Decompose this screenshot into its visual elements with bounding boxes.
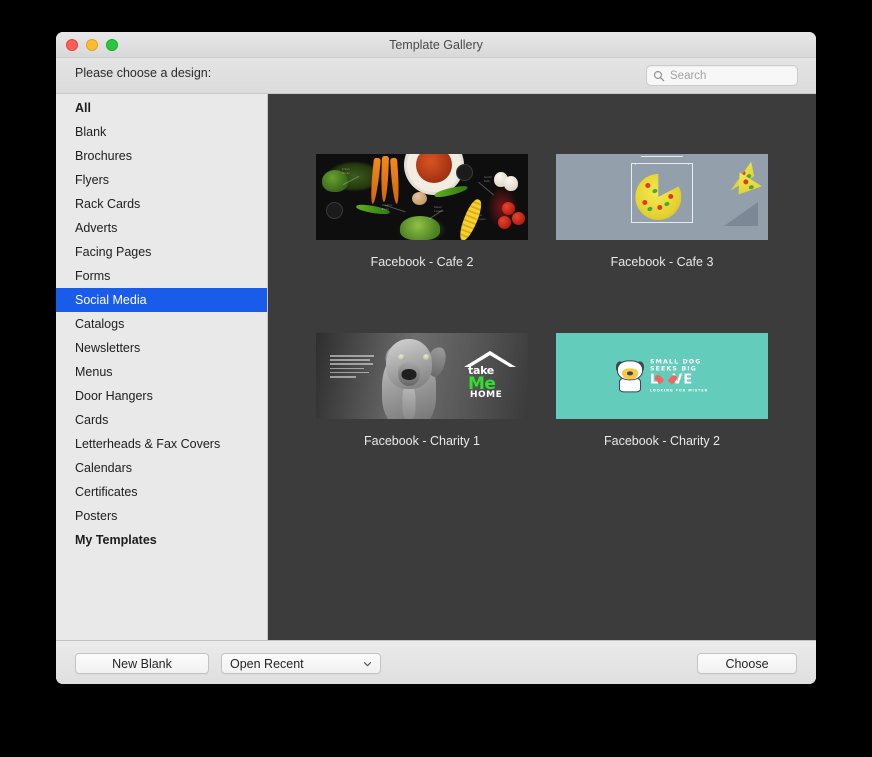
logo-line-2: SEEKS BIG (650, 366, 708, 373)
sidebar-item-all[interactable]: All (56, 96, 267, 120)
sidebar-item-cards[interactable]: Cards (56, 408, 267, 432)
sidebar-item-flyers[interactable]: Flyers (56, 168, 267, 192)
template-caption: Facebook - Charity 2 (604, 434, 720, 448)
sidebar-item-menus[interactable]: Menus (56, 360, 267, 384)
sidebar-item-certificates[interactable]: Certificates (56, 480, 267, 504)
logo-line-love: L VE (650, 374, 708, 387)
open-recent-label: Open Recent (230, 657, 304, 671)
sidebar-item-brochures[interactable]: Brochures (56, 144, 267, 168)
window-title: Template Gallery (56, 32, 816, 58)
template-card-charity-2[interactable]: SMALL DOG SEEKS BIG L VE LOOKING FOR MIS… (542, 333, 782, 448)
heart-icon (660, 375, 671, 385)
sidebar-item-letterheads-fax-covers[interactable]: Letterheads & Fax Covers (56, 432, 267, 456)
choose-button[interactable]: Choose (697, 653, 797, 674)
header-bar: Please choose a design: (56, 58, 816, 94)
window-body: All Blank Brochures Flyers Rack Cards Ad… (56, 94, 816, 640)
sidebar-item-facing-pages[interactable]: Facing Pages (56, 240, 267, 264)
sidebar-item-blank[interactable]: Blank (56, 120, 267, 144)
small-dog-artwork: SMALL DOG SEEKS BIG L VE LOOKING FOR MIS… (556, 333, 768, 419)
sidebar-item-forms[interactable]: Forms (56, 264, 267, 288)
template-thumbnail-cafe-2[interactable]: FreshGreen OrganicBasil SaladLeaves Garl… (316, 154, 528, 240)
template-thumbnail-charity-2[interactable]: SMALL DOG SEEKS BIG L VE LOOKING FOR MIS… (556, 333, 768, 419)
pizza-artwork (556, 154, 768, 240)
template-caption: Facebook - Charity 1 (364, 434, 480, 448)
sidebar-item-my-templates[interactable]: My Templates (56, 528, 267, 552)
sidebar-item-adverts[interactable]: Adverts (56, 216, 267, 240)
food-photo-artwork: FreshGreen OrganicBasil SaladLeaves Garl… (316, 154, 528, 240)
template-gallery-window: Template Gallery Please choose a design:… (56, 32, 816, 684)
template-caption: Facebook - Cafe 3 (611, 255, 714, 269)
sidebar-item-calendars[interactable]: Calendars (56, 456, 267, 480)
search-icon (653, 70, 665, 82)
template-card-cafe-3[interactable]: Facebook - Cafe 3 (542, 154, 782, 269)
chevron-down-icon (363, 659, 372, 668)
search-input[interactable] (670, 70, 791, 82)
template-card-charity-1[interactable]: take Me HOME Facebook - Charity 1 (302, 333, 542, 448)
new-blank-button[interactable]: New Blank (75, 653, 209, 674)
sidebar-item-rack-cards[interactable]: Rack Cards (56, 192, 267, 216)
placeholder-text-block (330, 355, 374, 380)
prompt-label: Please choose a design: (75, 66, 211, 80)
logo-tagline: LOOKING FOR MISTER (650, 389, 708, 393)
template-card-cafe-2[interactable]: FreshGreen OrganicBasil SaladLeaves Garl… (302, 154, 542, 269)
small-dog-logo: SMALL DOG SEEKS BIG L VE LOOKING FOR MIS… (616, 359, 708, 392)
category-sidebar[interactable]: All Blank Brochures Flyers Rack Cards Ad… (56, 94, 268, 640)
dog-illustration-icon (616, 360, 644, 392)
sidebar-item-newsletters[interactable]: Newsletters (56, 336, 267, 360)
title-bar: Template Gallery (56, 32, 816, 58)
take-me-home-logo: take Me HOME (464, 351, 516, 403)
bottom-toolbar: New Blank Open Recent Choose (56, 640, 816, 684)
sidebar-item-social-media[interactable]: Social Media (56, 288, 267, 312)
template-caption: Facebook - Cafe 2 (371, 255, 474, 269)
template-thumbnail-cafe-3[interactable] (556, 154, 768, 240)
logo-line-home: HOME (470, 390, 502, 400)
template-thumbnail-charity-1[interactable]: take Me HOME (316, 333, 528, 419)
sidebar-item-door-hangers[interactable]: Door Hangers (56, 384, 267, 408)
sidebar-item-catalogs[interactable]: Catalogs (56, 312, 267, 336)
grayscale-dog-artwork: take Me HOME (316, 333, 528, 419)
template-gallery-grid: FreshGreen OrganicBasil SaladLeaves Garl… (268, 94, 816, 640)
sidebar-item-posters[interactable]: Posters (56, 504, 267, 528)
open-recent-dropdown[interactable]: Open Recent (221, 653, 381, 674)
search-field[interactable] (646, 65, 798, 86)
